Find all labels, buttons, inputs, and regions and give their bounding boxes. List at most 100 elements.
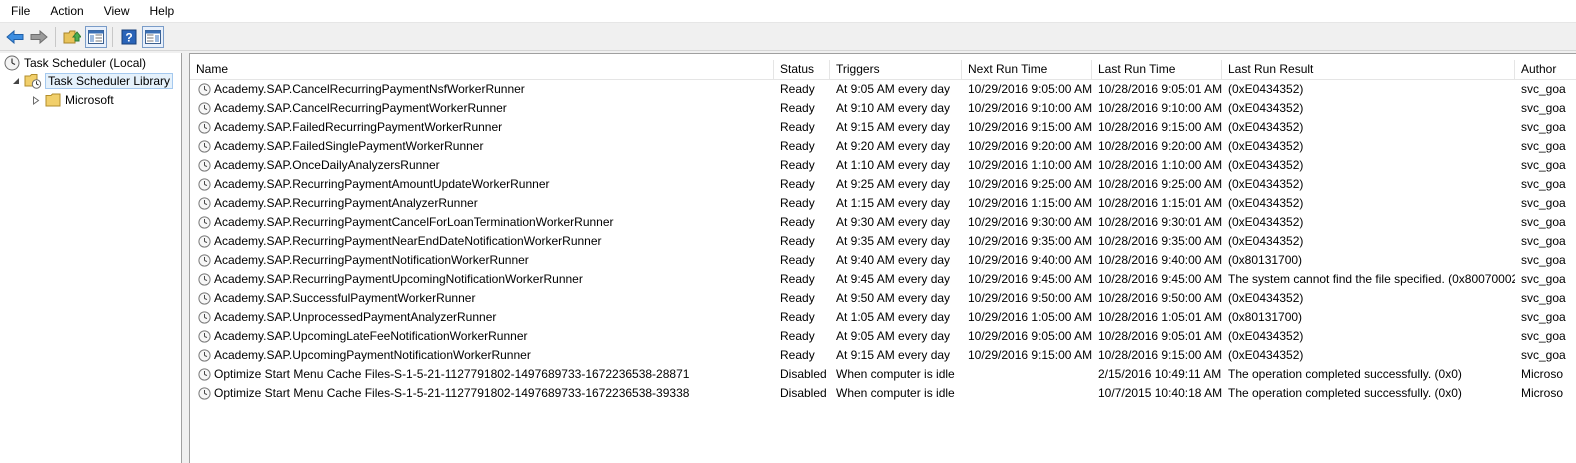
table-row[interactable]: Optimize Start Menu Cache Files-S-1-5-21…	[190, 384, 1576, 403]
task-status: Ready	[780, 139, 815, 153]
task-name-cell[interactable]: Academy.SAP.RecurringPaymentCancelForLoa…	[194, 213, 774, 232]
column-header-next-run-time[interactable]: Next Run Time	[962, 60, 1092, 79]
task-trigger: At 9:30 AM every day	[836, 215, 951, 229]
task-last-run-time: 10/7/2015 10:40:18 AM	[1098, 386, 1222, 400]
tree-item-task-scheduler-library[interactable]: Task Scheduler Library	[12, 72, 174, 90]
table-row[interactable]: Academy.SAP.CancelRecurringPaymentWorker…	[190, 99, 1576, 118]
task-clock-icon	[198, 235, 211, 248]
tree-item-microsoft[interactable]: Microsoft	[32, 91, 114, 109]
task-clock-icon	[198, 178, 211, 191]
task-clock-icon	[198, 254, 211, 267]
up-folder-icon[interactable]	[61, 26, 83, 48]
column-header-triggers[interactable]: Triggers	[830, 60, 962, 79]
task-name-cell[interactable]: Academy.SAP.RecurringPaymentNotification…	[194, 251, 774, 270]
task-name: Optimize Start Menu Cache Files-S-1-5-21…	[214, 386, 690, 400]
task-last-run-time: 10/28/2016 9:15:00 AM	[1098, 348, 1222, 362]
task-last-run-result: The operation completed successfully. (0…	[1228, 367, 1462, 381]
table-row[interactable]: Academy.SAP.OnceDailyAnalyzersRunner Read…	[190, 156, 1576, 175]
table-row[interactable]: Academy.SAP.RecurringPaymentAnalyzerRunn…	[190, 194, 1576, 213]
menu-bar: File Action View Help	[0, 0, 1576, 23]
task-name-cell[interactable]: Academy.SAP.RecurringPaymentNearEndDateN…	[194, 232, 774, 251]
menu-help[interactable]: Help	[139, 0, 184, 22]
task-last-run-time: 10/28/2016 9:45:00 AM	[1098, 272, 1222, 286]
table-row[interactable]: Academy.SAP.UpcomingPaymentNotificationW…	[190, 346, 1576, 365]
task-name-cell[interactable]: Academy.SAP.CancelRecurringPaymentWorker…	[194, 99, 774, 118]
task-name-cell[interactable]: Academy.SAP.RecurringPaymentUpcomingNoti…	[194, 270, 774, 289]
menu-file[interactable]: File	[0, 0, 39, 22]
table-row[interactable]: Academy.SAP.FailedSinglePaymentWorkerRun…	[190, 137, 1576, 156]
task-author: svc_goa	[1521, 310, 1566, 324]
task-status: Ready	[780, 272, 815, 286]
table-row[interactable]: Academy.SAP.FailedRecurringPaymentWorker…	[190, 118, 1576, 137]
tree-label: Task Scheduler (Local)	[24, 56, 147, 70]
task-name: Academy.SAP.RecurringPaymentNearEndDateN…	[214, 234, 602, 248]
task-name-cell[interactable]: Academy.SAP.FailedRecurringPaymentWorker…	[194, 118, 774, 137]
table-row[interactable]: Academy.SAP.RecurringPaymentNearEndDateN…	[190, 232, 1576, 251]
task-name-cell[interactable]: Optimize Start Menu Cache Files-S-1-5-21…	[194, 365, 774, 384]
task-name: Academy.SAP.UnprocessedPaymentAnalyzerRu…	[214, 310, 497, 324]
task-author: svc_goa	[1521, 348, 1566, 362]
table-row[interactable]: Academy.SAP.RecurringPaymentAmountUpdate…	[190, 175, 1576, 194]
task-name-cell[interactable]: Academy.SAP.RecurringPaymentAmountUpdate…	[194, 175, 774, 194]
table-row[interactable]: Academy.SAP.UpcomingLateFeeNotificationW…	[190, 327, 1576, 346]
task-last-run-result: (0xE0434352)	[1228, 234, 1304, 248]
pane-splitter[interactable]	[182, 53, 190, 463]
toolbar-separator	[55, 26, 56, 47]
task-last-run-result: The system cannot find the file specifie…	[1228, 272, 1515, 286]
task-name-cell[interactable]: Academy.SAP.CancelRecurringPaymentNsfWor…	[194, 80, 774, 99]
table-row[interactable]: Academy.SAP.SuccessfulPaymentWorkerRunne…	[190, 289, 1576, 308]
task-name: Academy.SAP.FailedRecurringPaymentWorker…	[214, 120, 503, 134]
task-name-cell[interactable]: Optimize Start Menu Cache Files-S-1-5-21…	[194, 384, 774, 403]
column-header-row: Name Status Triggers Next Run Time Last …	[190, 60, 1576, 80]
table-row[interactable]: Optimize Start Menu Cache Files-S-1-5-21…	[190, 365, 1576, 384]
table-row[interactable]: Academy.SAP.CancelRecurringPaymentNsfWor…	[190, 80, 1576, 99]
task-last-run-result: (0xE0434352)	[1228, 82, 1304, 96]
task-status: Ready	[780, 215, 815, 229]
task-next-run-time: 10/29/2016 9:05:00 AM	[968, 329, 1092, 343]
task-clock-icon	[198, 140, 211, 153]
menu-action[interactable]: Action	[39, 0, 92, 22]
task-name-cell[interactable]: Academy.SAP.SuccessfulPaymentWorkerRunne…	[194, 289, 774, 308]
task-name-cell[interactable]: Academy.SAP.UpcomingPaymentNotificationW…	[194, 346, 774, 365]
task-name: Academy.SAP.RecurringPaymentAnalyzerRunn…	[214, 196, 478, 210]
column-header-last-run-result[interactable]: Last Run Result	[1222, 60, 1515, 79]
task-author: svc_goa	[1521, 101, 1566, 115]
task-clock-icon	[198, 216, 211, 229]
folder-clock-icon	[24, 74, 42, 89]
task-name-cell[interactable]: Academy.SAP.UnprocessedPaymentAnalyzerRu…	[194, 308, 774, 327]
forward-arrow-icon[interactable]	[28, 26, 50, 48]
task-trigger: At 9:40 AM every day	[836, 253, 951, 267]
table-row[interactable]: Academy.SAP.RecurringPaymentUpcomingNoti…	[190, 270, 1576, 289]
task-status: Ready	[780, 329, 815, 343]
task-last-run-time: 10/28/2016 9:35:00 AM	[1098, 234, 1222, 248]
task-trigger: When computer is idle	[836, 386, 955, 400]
task-name-cell[interactable]: Academy.SAP.FailedSinglePaymentWorkerRun…	[194, 137, 774, 156]
task-name-cell[interactable]: Academy.SAP.UpcomingLateFeeNotificationW…	[194, 327, 774, 346]
table-row[interactable]: Academy.SAP.RecurringPaymentCancelForLoa…	[190, 213, 1576, 232]
table-row[interactable]: Academy.SAP.RecurringPaymentNotification…	[190, 251, 1576, 270]
tree-item-task-scheduler-local[interactable]: Task Scheduler (Local)	[4, 54, 146, 72]
task-status: Ready	[780, 158, 815, 172]
task-last-run-time: 10/28/2016 9:40:00 AM	[1098, 253, 1222, 267]
task-status: Ready	[780, 196, 815, 210]
help-icon[interactable]: ?	[118, 26, 140, 48]
column-header-name[interactable]: Name	[190, 60, 774, 79]
task-name-cell[interactable]: Academy.SAP.RecurringPaymentAnalyzerRunn…	[194, 194, 774, 213]
task-trigger: At 9:45 AM every day	[836, 272, 951, 286]
column-header-last-run-time[interactable]: Last Run Time	[1092, 60, 1222, 79]
task-clock-icon	[198, 292, 211, 305]
task-name: Academy.SAP.UpcomingPaymentNotificationW…	[214, 348, 531, 362]
back-arrow-icon[interactable]	[4, 26, 26, 48]
task-name-cell[interactable]: Academy.SAP.OnceDailyAnalyzersRunner	[194, 156, 774, 175]
show-hide-console-tree-icon[interactable]	[85, 25, 107, 48]
task-last-run-result: (0xE0434352)	[1228, 196, 1304, 210]
task-name: Optimize Start Menu Cache Files-S-1-5-21…	[214, 367, 690, 381]
show-hide-action-pane-icon[interactable]	[142, 25, 164, 48]
column-header-status[interactable]: Status	[774, 60, 830, 79]
menu-view[interactable]: View	[93, 0, 139, 22]
table-row[interactable]: Academy.SAP.UnprocessedPaymentAnalyzerRu…	[190, 308, 1576, 327]
task-name: Academy.SAP.UpcomingLateFeeNotificationW…	[214, 329, 528, 343]
column-header-author[interactable]: Author	[1515, 60, 1576, 79]
task-author: Microso	[1521, 386, 1564, 400]
svg-text:?: ?	[125, 30, 132, 44]
